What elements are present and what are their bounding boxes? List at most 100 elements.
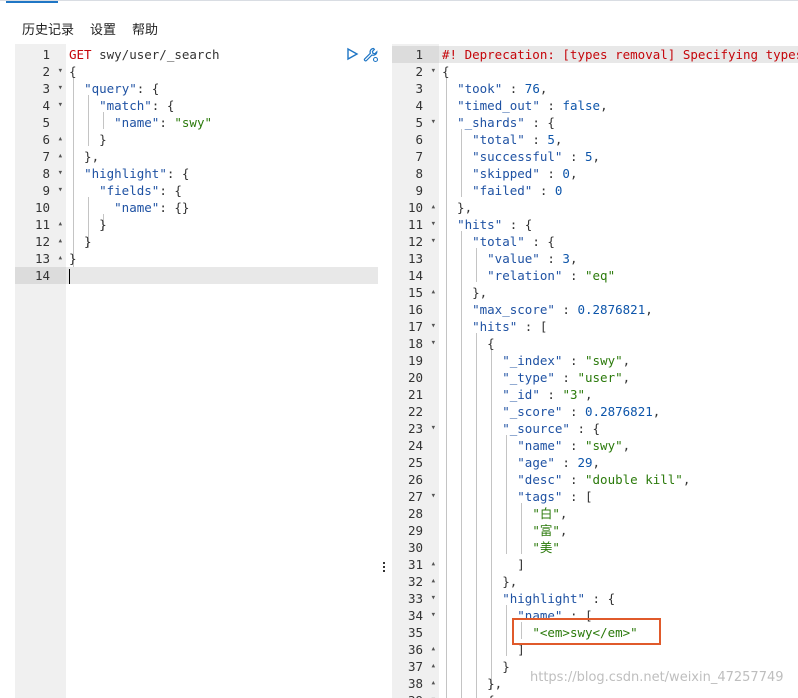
code-token: "_source" xyxy=(502,421,570,436)
line-number: 13 xyxy=(34,251,50,266)
response-line-number: 7 xyxy=(392,148,439,165)
response-gutter: 1 2 ▾ 3 4 5 ▾ 6 7 8 9 10 ▴ 11 ▾ 12 ▾ 13 14 15 ▴ 16 17 ▾ 18 ▾ 19 20 2… xyxy=(392,44,439,698)
line-number: 12 xyxy=(407,234,423,249)
response-code-line: "name" : "swy", xyxy=(439,437,798,454)
highlight-annotation-box xyxy=(512,618,661,645)
code-token: , xyxy=(592,455,601,470)
code-token: "swy" xyxy=(585,438,623,453)
unfold-arrow-icon[interactable]: ▴ xyxy=(431,199,436,216)
fold-arrow-icon[interactable]: ▾ xyxy=(58,80,63,97)
code-token: : { xyxy=(524,234,555,249)
code-token: 0 xyxy=(562,166,570,181)
code-token: }, xyxy=(69,149,100,164)
unfold-arrow-icon[interactable]: ▴ xyxy=(58,148,63,165)
active-tab-indicator xyxy=(6,1,58,3)
code-token: }, xyxy=(442,285,488,300)
response-line-number: 27 ▾ xyxy=(392,488,439,505)
fold-arrow-icon[interactable]: ▾ xyxy=(58,97,63,114)
unfold-arrow-icon[interactable]: ▴ xyxy=(431,658,436,675)
response-code-line: }, xyxy=(439,199,798,216)
request-code-line: "fields": { xyxy=(66,182,378,199)
response-content[interactable]: #! Deprecation: [types removal] Specifyi… xyxy=(439,44,798,698)
menu-help[interactable]: 帮助 xyxy=(132,19,158,38)
code-token: , xyxy=(554,132,563,147)
unfold-arrow-icon[interactable]: ▴ xyxy=(431,675,436,692)
fold-arrow-icon[interactable]: ▾ xyxy=(431,607,436,624)
response-code-line: "_id" : "3", xyxy=(439,386,798,403)
unfold-arrow-icon[interactable]: ▴ xyxy=(58,250,63,267)
response-line-number: 14 xyxy=(392,267,439,284)
code-token: , xyxy=(652,404,661,419)
fold-arrow-icon[interactable]: ▾ xyxy=(431,590,436,607)
line-number: 30 xyxy=(407,540,423,555)
menu-history[interactable]: 历史记录 xyxy=(22,19,74,38)
code-token: } xyxy=(69,251,77,266)
pane-splitter[interactable] xyxy=(378,44,392,698)
request-line-number: 12 ▴ xyxy=(15,233,66,250)
unfold-arrow-icon[interactable]: ▴ xyxy=(431,573,436,590)
code-token: #! Deprecation: [types removal] Specifyi… xyxy=(442,47,798,62)
response-line-number: 31 ▴ xyxy=(392,556,439,573)
unfold-arrow-icon[interactable]: ▴ xyxy=(431,284,436,301)
fold-arrow-icon[interactable]: ▾ xyxy=(431,692,436,698)
unfold-arrow-icon[interactable]: ▴ xyxy=(431,641,436,658)
line-number: 6 xyxy=(415,132,423,147)
unfold-arrow-icon[interactable]: ▴ xyxy=(58,131,63,148)
code-token: "age" xyxy=(517,455,555,470)
response-code-line: "_score" : 0.2876821, xyxy=(439,403,798,420)
fold-arrow-icon[interactable]: ▾ xyxy=(58,63,63,80)
unfold-arrow-icon[interactable]: ▴ xyxy=(431,556,436,573)
response-line-number: 5 ▾ xyxy=(392,114,439,131)
code-token: : xyxy=(539,251,563,266)
response-code-line: "hits" : { xyxy=(439,216,798,233)
fold-arrow-icon[interactable]: ▾ xyxy=(58,165,63,182)
response-line-number: 8 xyxy=(392,165,439,182)
response-line-number: 23 ▾ xyxy=(392,420,439,437)
line-number: 26 xyxy=(407,472,423,487)
fold-arrow-icon[interactable]: ▾ xyxy=(431,63,436,80)
line-number: 4 xyxy=(42,98,50,113)
request-code-line: "match": { xyxy=(66,97,378,114)
request-code-line: } xyxy=(66,250,378,267)
unfold-arrow-icon[interactable]: ▴ xyxy=(58,216,63,233)
code-token: : { xyxy=(136,81,160,96)
response-code-line: "_source" : { xyxy=(439,420,798,437)
response-line-number: 2 ▾ xyxy=(392,63,439,80)
code-token: : { xyxy=(166,166,190,181)
line-number: 36 xyxy=(407,642,423,657)
response-code-line: "age" : 29, xyxy=(439,454,798,471)
fold-arrow-icon[interactable]: ▾ xyxy=(431,488,436,505)
fold-arrow-icon[interactable]: ▾ xyxy=(431,216,436,233)
response-line-number: 28 xyxy=(392,505,439,522)
fold-arrow-icon[interactable]: ▾ xyxy=(58,182,63,199)
request-gutter: 1 2 ▾ 3 ▾ 4 ▾ 5 6 ▴ 7 ▴ 8 ▾ 9 ▾ 10 11 ▴ 12 ▴ 13 ▴ 14 xyxy=(15,44,66,698)
unfold-arrow-icon[interactable]: ▴ xyxy=(58,233,63,250)
fold-arrow-icon[interactable]: ▾ xyxy=(431,233,436,250)
request-editor[interactable]: 1 2 ▾ 3 ▾ 4 ▾ 5 6 ▴ 7 ▴ 8 ▾ 9 ▾ 10 11 ▴ 12 ▴ 13 ▴ 14 GET swy/us… xyxy=(15,44,379,698)
code-token: : { xyxy=(159,183,182,198)
fold-arrow-icon[interactable]: ▾ xyxy=(431,335,436,352)
response-code-line: }, xyxy=(439,284,798,301)
code-token: { xyxy=(442,64,450,79)
code-token: swy/user/_search xyxy=(91,47,220,62)
wrench-icon[interactable] xyxy=(363,47,379,63)
drag-handle-icon[interactable] xyxy=(383,560,385,574)
response-editor[interactable]: 1 2 ▾ 3 4 5 ▾ 6 7 8 9 10 ▴ 11 ▾ 12 ▾ 13 14 15 ▴ 16 17 ▾ 18 ▾ 19 20 2… xyxy=(392,44,798,698)
fold-arrow-icon[interactable]: ▾ xyxy=(431,420,436,437)
code-token: } xyxy=(442,659,510,674)
menu-settings[interactable]: 设置 xyxy=(90,19,116,38)
request-content[interactable]: GET swy/user/_search{ "query": { "match"… xyxy=(66,44,378,698)
code-token: : xyxy=(159,115,175,130)
response-line-number: 11 ▾ xyxy=(392,216,439,233)
code-token: "user" xyxy=(577,370,623,385)
fold-arrow-icon[interactable]: ▾ xyxy=(431,114,436,131)
play-icon[interactable] xyxy=(345,47,359,63)
fold-arrow-icon[interactable]: ▾ xyxy=(431,318,436,335)
